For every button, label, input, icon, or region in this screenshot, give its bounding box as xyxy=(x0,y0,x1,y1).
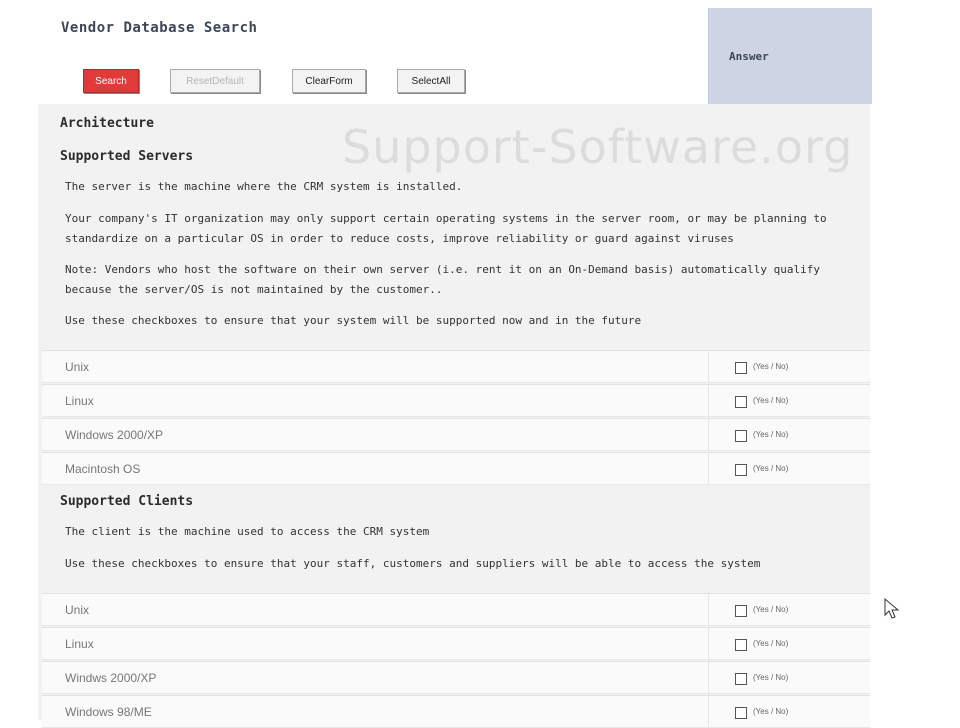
yes-no-label: (Yes / No) xyxy=(753,605,789,614)
answer-panel: Answer xyxy=(708,8,872,104)
yes-no-label: (Yes / No) xyxy=(753,464,789,473)
server-option-checkbox[interactable] xyxy=(735,396,747,408)
yes-no-label: (Yes / No) xyxy=(753,639,789,648)
server-option-label: Unix xyxy=(65,360,90,374)
client-option-row: Linux (Yes / No) xyxy=(42,627,870,660)
client-option-row: Windws 2000/XP (Yes / No) xyxy=(42,661,870,694)
clients-description-1: The client is the machine used to access… xyxy=(65,525,430,538)
client-option-row: Windows 98/ME (Yes / No) xyxy=(42,695,870,728)
yes-no-label: (Yes / No) xyxy=(753,673,789,682)
reset-default-button[interactable]: ResetDefault xyxy=(170,69,260,93)
content-panel: Architecture Supported Servers The serve… xyxy=(38,104,870,728)
row-divider xyxy=(708,385,709,416)
select-all-button[interactable]: SelectAll xyxy=(397,69,465,93)
client-option-label: Windws 2000/XP xyxy=(65,671,157,685)
row-divider xyxy=(708,351,709,382)
clients-description-2: Use these checkboxes to ensure that your… xyxy=(65,557,761,570)
answer-label: Answer xyxy=(729,50,769,63)
client-option-label: Linux xyxy=(65,637,94,651)
server-option-label: Macintosh OS xyxy=(65,462,141,476)
servers-description-2: Your company's IT organization may only … xyxy=(65,212,827,245)
server-option-row: Windows 2000/XP (Yes / No) xyxy=(42,418,870,451)
row-divider xyxy=(708,662,709,693)
server-option-row: Unix (Yes / No) xyxy=(42,350,870,383)
server-option-row: Macintosh OS (Yes / No) xyxy=(42,452,870,485)
section-title-supported-servers: Supported Servers xyxy=(60,149,194,164)
client-option-label: Unix xyxy=(65,603,90,617)
row-divider xyxy=(708,696,709,727)
row-divider xyxy=(708,419,709,450)
clear-form-button[interactable]: ClearForm xyxy=(292,69,366,93)
search-button[interactable]: Search xyxy=(83,69,139,93)
yes-no-label: (Yes / No) xyxy=(753,430,789,439)
client-option-checkbox[interactable] xyxy=(735,673,747,685)
server-option-checkbox[interactable] xyxy=(735,464,747,476)
client-option-checkbox[interactable] xyxy=(735,605,747,617)
client-option-checkbox[interactable] xyxy=(735,639,747,651)
client-option-row: Unix (Yes / No) xyxy=(42,593,870,626)
mouse-cursor-icon xyxy=(884,597,900,620)
server-option-row: Linux (Yes / No) xyxy=(42,384,870,417)
servers-description-4: Use these checkboxes to ensure that your… xyxy=(65,314,642,327)
row-divider xyxy=(708,628,709,659)
server-option-checkbox[interactable] xyxy=(735,362,747,374)
yes-no-label: (Yes / No) xyxy=(753,396,789,405)
yes-no-label: (Yes / No) xyxy=(753,707,789,716)
client-option-label: Windows 98/ME xyxy=(65,705,152,719)
server-option-label: Windows 2000/XP xyxy=(65,428,164,442)
server-option-label: Linux xyxy=(65,394,94,408)
server-option-checkbox[interactable] xyxy=(735,430,747,442)
servers-description-3: Note: Vendors who host the software on t… xyxy=(65,263,820,296)
row-divider xyxy=(708,594,709,625)
page-title: Vendor Database Search xyxy=(61,20,258,36)
yes-no-label: (Yes / No) xyxy=(753,362,789,371)
section-title-architecture: Architecture xyxy=(60,116,154,131)
client-option-checkbox[interactable] xyxy=(735,707,747,719)
servers-description-1: The server is the machine where the CRM … xyxy=(65,180,463,193)
row-divider xyxy=(708,453,709,484)
section-title-supported-clients: Supported Clients xyxy=(60,494,194,509)
